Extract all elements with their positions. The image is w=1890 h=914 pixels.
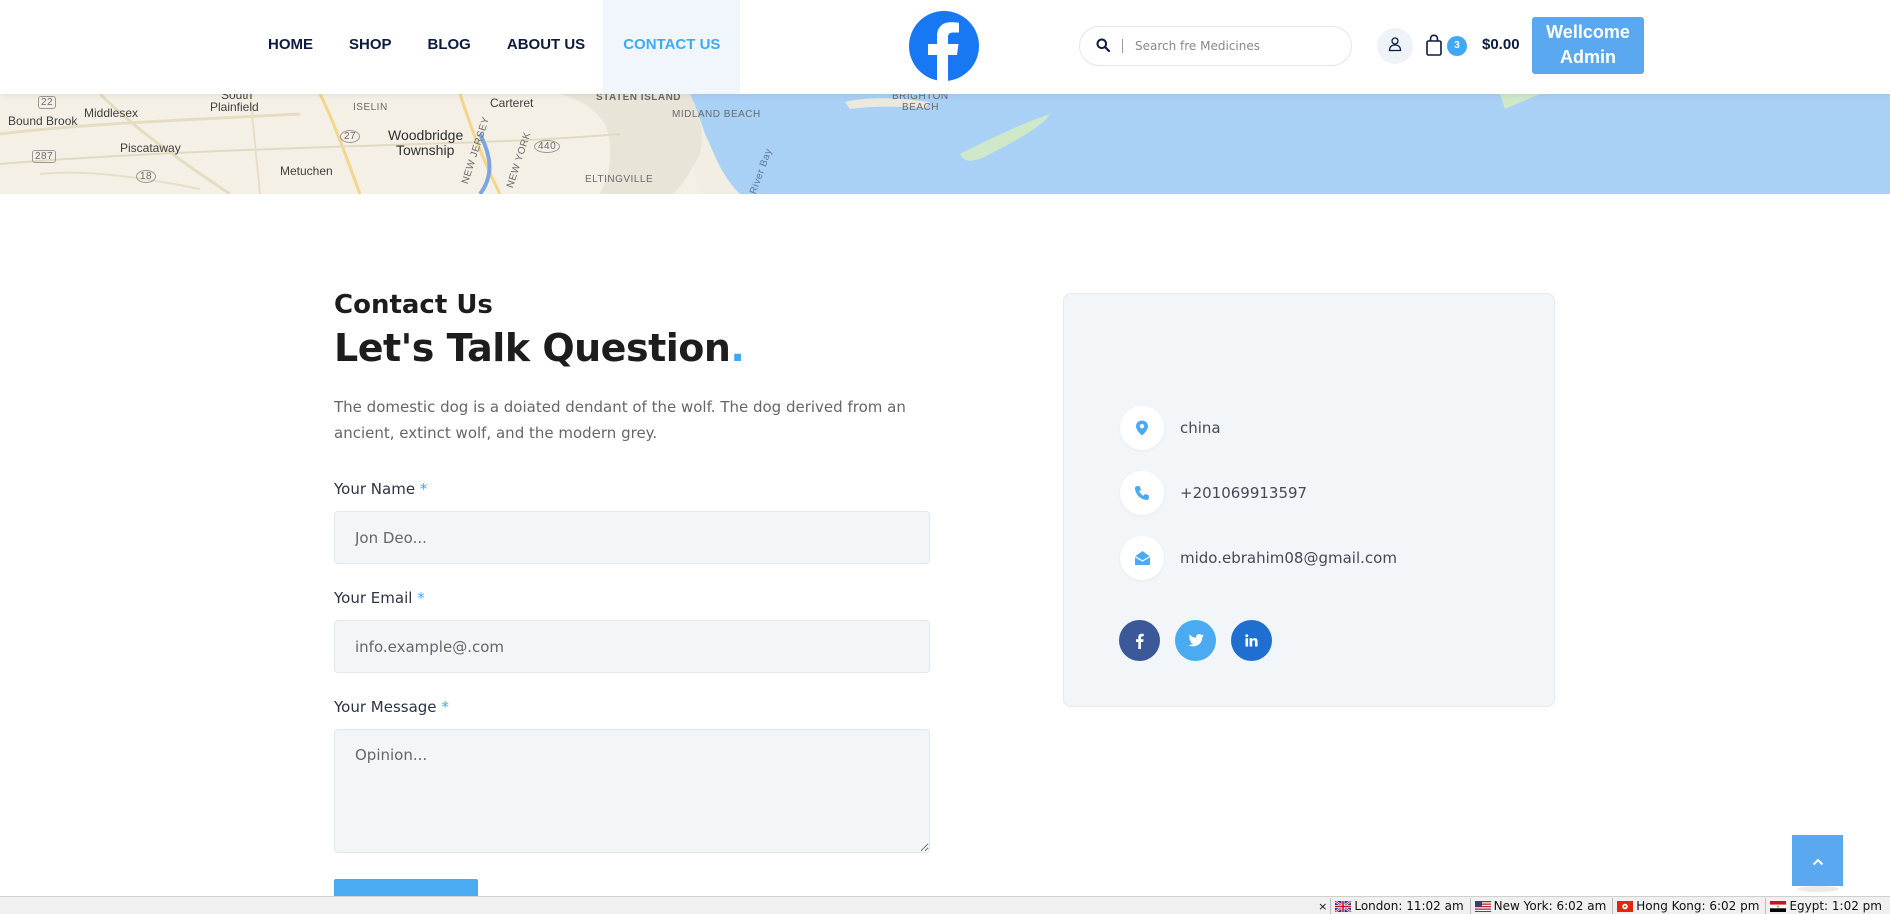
map-route-marker: 27: [340, 130, 361, 143]
page-title: Let's Talk Question.: [334, 326, 745, 370]
map-label: ISELIN: [353, 102, 388, 113]
name-field[interactable]: [334, 511, 930, 564]
required-mark: *: [441, 698, 449, 716]
nav-about-us[interactable]: ABOUT US: [489, 0, 603, 94]
user-icon: [1387, 36, 1403, 56]
email-label-text: Your Email: [334, 589, 413, 607]
message-label: Your Message *: [334, 698, 449, 716]
egypt-flag-icon: [1770, 900, 1787, 912]
chevron-up-icon: [1812, 851, 1824, 870]
welcome-line2: Admin: [1560, 47, 1616, 67]
title-accent-dot: .: [730, 326, 745, 370]
map-label: Bound Brook: [8, 114, 78, 128]
search-input[interactable]: [1135, 39, 1335, 53]
message-field[interactable]: [334, 729, 930, 853]
email-text: mido.ebrahim08@gmail.com: [1180, 549, 1397, 567]
user-account-button[interactable]: [1377, 28, 1413, 64]
shopping-bag-icon[interactable]: [1424, 34, 1446, 58]
section-description: The domestic dog is a doiated dendant of…: [334, 398, 906, 442]
map-label: MIDLAND BEACH: [672, 109, 761, 120]
clock-hong-kong-label: Hong Kong: 6:02 pm: [1636, 899, 1760, 913]
clock-hong-kong: Hong Kong: 6:02 pm: [1612, 898, 1765, 914]
facebook-social-button[interactable]: [1119, 620, 1160, 661]
clock-egypt: Egypt: 1:02 pm: [1765, 898, 1888, 914]
required-mark: *: [417, 589, 425, 607]
email-label: Your Email *: [334, 589, 425, 607]
hk-flag-icon: [1617, 900, 1634, 912]
nav-home[interactable]: HOME: [250, 0, 331, 94]
page-title-text: Let's Talk Question: [334, 326, 731, 370]
main-nav: HOME SHOP BLOG ABOUT US CONTACT US: [250, 0, 741, 94]
map-label: BRIGHTON: [892, 94, 949, 102]
address-row: china: [1120, 406, 1221, 450]
map-route-marker: 22: [38, 96, 57, 109]
social-links: [1119, 620, 1272, 661]
map-label: ELTINGVILLE: [585, 174, 654, 185]
name-label-text: Your Name: [334, 480, 416, 498]
map-label: STATEN ISLAND: [596, 94, 682, 103]
clock-new-york-label: New York: 6:02 am: [1493, 899, 1607, 913]
nav-blog[interactable]: BLOG: [410, 0, 489, 94]
back-to-top-shadow: [1797, 886, 1839, 892]
clock-london-label: London: 11:02 am: [1354, 899, 1464, 913]
map-graphic: [0, 94, 1890, 194]
site-header: HOME SHOP BLOG ABOUT US CONTACT US 3 $0.…: [0, 0, 1890, 94]
map-route-marker: 440: [534, 140, 561, 153]
search-divider: [1122, 39, 1123, 53]
email-row: mido.ebrahim08@gmail.com: [1120, 536, 1397, 580]
section-subtitle: Contact Us: [334, 290, 493, 320]
map-label: Metuchen: [280, 164, 333, 178]
map-label: Woodbridge: [388, 127, 464, 143]
map-label: Middlesex: [84, 106, 139, 120]
nav-shop[interactable]: SHOP: [331, 0, 410, 94]
phone-row: +201069913597: [1120, 471, 1307, 515]
nav-contact-us[interactable]: CONTACT US: [603, 0, 741, 94]
map-label: Township: [396, 142, 455, 158]
message-label-text: Your Message: [334, 698, 437, 716]
welcome-admin-button[interactable]: Wellcome Admin: [1532, 17, 1644, 74]
map-label: Plainfield: [210, 100, 259, 114]
uk-flag-icon: [1335, 900, 1352, 912]
map-route-marker: 287: [32, 150, 57, 163]
clock-new-york: New York: 6:02 am: [1469, 898, 1613, 914]
linkedin-social-button[interactable]: [1231, 620, 1272, 661]
cart-count-badge: 3: [1447, 36, 1467, 56]
map-label: BEACH: [902, 102, 939, 113]
name-label: Your Name *: [334, 480, 427, 498]
required-mark: *: [419, 480, 428, 498]
cart-total: $0.00: [1482, 36, 1520, 53]
back-to-top-button[interactable]: [1792, 835, 1843, 886]
twitter-social-button[interactable]: [1175, 620, 1216, 661]
close-icon[interactable]: ×: [1318, 900, 1327, 913]
map-label: Carteret: [490, 96, 534, 110]
world-clock-statusbar: × London: 11:02 am New York: 6:02 am Hon…: [0, 896, 1890, 914]
clock-london: London: 11:02 am: [1330, 898, 1469, 914]
world-clocks: × London: 11:02 am New York: 6:02 am Hon…: [1318, 898, 1888, 914]
map-route-marker: 18: [136, 170, 157, 183]
map-label: Piscataway: [120, 141, 181, 155]
facebook-logo-icon[interactable]: [909, 11, 979, 81]
search-icon[interactable]: [1096, 37, 1111, 56]
welcome-line1: Wellcome: [1546, 22, 1630, 42]
phone-icon: [1120, 471, 1164, 515]
location-pin-icon: [1120, 406, 1164, 450]
envelope-open-icon: [1120, 536, 1164, 580]
search-bar[interactable]: [1079, 26, 1352, 66]
address-text: china: [1180, 419, 1221, 437]
clock-egypt-label: Egypt: 1:02 pm: [1789, 899, 1882, 913]
map-banner[interactable]: Bound Brook Middlesex South Plainfield I…: [0, 94, 1890, 194]
us-flag-icon: [1474, 900, 1491, 912]
phone-text: +201069913597: [1180, 484, 1308, 502]
email-field[interactable]: [334, 620, 930, 673]
